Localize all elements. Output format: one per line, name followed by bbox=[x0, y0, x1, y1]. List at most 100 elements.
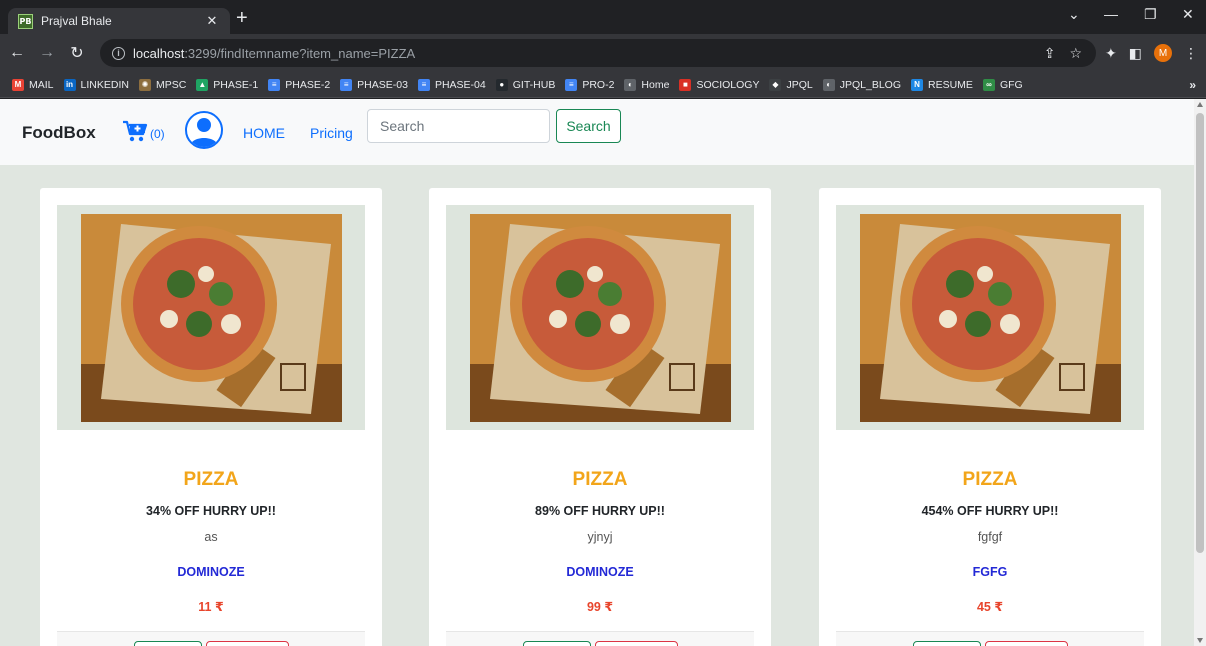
product-image-frame bbox=[836, 205, 1144, 430]
search-button[interactable]: Search bbox=[556, 109, 621, 143]
tab-favicon-icon: PB bbox=[18, 13, 33, 29]
bookmark-gfg[interactable]: ∞ GFG bbox=[982, 78, 1023, 91]
product-card: PIZZA 89% OFF HURRY UP!! yjnyj DOMINOZE … bbox=[429, 188, 771, 646]
bookmark-phase-1[interactable]: ▲ PHASE-1 bbox=[196, 78, 259, 91]
product-description: yjnyj bbox=[587, 530, 613, 544]
product-description: as bbox=[204, 530, 218, 544]
product-price: 11 ₹ bbox=[198, 600, 224, 614]
address-bar[interactable]: i localhost:3299/findItemname?item_name=… bbox=[100, 39, 1096, 67]
bookmark-label: JPQL_BLOG bbox=[839, 78, 901, 91]
scroll-thumb[interactable] bbox=[1196, 113, 1204, 553]
product-title: PIZZA bbox=[183, 469, 239, 490]
product-price: 45 ₹ bbox=[976, 600, 1004, 614]
site-brand[interactable]: FoodBox bbox=[22, 123, 96, 143]
bookmark-phase-03[interactable]: ≡ PHASE-03 bbox=[340, 78, 408, 91]
nav-home-link[interactable]: HOME bbox=[243, 125, 285, 141]
browser-tab[interactable]: PB Prajval Bhale ✕ bbox=[8, 8, 230, 34]
product-price: 99 ₹ bbox=[586, 600, 614, 614]
extensions-icon[interactable]: ✦ bbox=[1105, 45, 1117, 62]
search-input[interactable] bbox=[367, 109, 550, 143]
pizza-image bbox=[81, 214, 342, 422]
bookmark-label: PRO-2 bbox=[582, 78, 615, 91]
bookmark-mpsc[interactable]: ✺ MPSC bbox=[138, 78, 187, 91]
emblem-icon: ✺ bbox=[138, 78, 151, 91]
tab-strip: PB Prajval Bhale ✕ + ⌄ — ❐ ✕ bbox=[0, 0, 1206, 34]
docs-icon: ≡ bbox=[268, 78, 281, 91]
bookmark-star-icon[interactable]: ☆ bbox=[1069, 45, 1082, 62]
tab-search-icon[interactable]: ⌄ bbox=[1068, 6, 1080, 23]
product-brand: DOMINOZE bbox=[177, 565, 245, 579]
product-brand: FGFG bbox=[972, 565, 1008, 579]
reload-icon[interactable]: ↻ bbox=[64, 43, 90, 63]
bookmark-jpql[interactable]: ◆ JPQL bbox=[769, 78, 813, 91]
product-offer: 89% OFF HURRY UP!! bbox=[535, 504, 665, 518]
side-panel-icon[interactable]: ◧ bbox=[1129, 45, 1142, 62]
bookmark-jpql-blog[interactable]: ◐ JPQL_BLOG bbox=[822, 78, 901, 91]
bookmark-pro-2[interactable]: ≡ PRO-2 bbox=[565, 78, 615, 91]
bookmark-git-hub[interactable]: ● GIT-HUB bbox=[495, 78, 556, 91]
pizza-image bbox=[470, 214, 731, 422]
bookmark-label: PHASE-03 bbox=[357, 78, 408, 91]
card-action-button-primary[interactable] bbox=[523, 641, 591, 646]
window-close-icon[interactable]: ✕ bbox=[1182, 6, 1194, 23]
nav-pricing-link[interactable]: Pricing bbox=[310, 125, 353, 141]
bookmark-sociology[interactable]: ■ SOCIOLOGY bbox=[679, 78, 760, 91]
scroll-down-arrow-icon[interactable] bbox=[1197, 638, 1203, 643]
card-footer bbox=[57, 631, 365, 646]
minimize-icon[interactable]: — bbox=[1104, 6, 1118, 22]
resume-icon: N bbox=[911, 78, 923, 91]
docs-icon: ≡ bbox=[417, 78, 430, 91]
new-tab-icon[interactable]: + bbox=[236, 8, 248, 28]
bookmark-linkedin[interactable]: in LINKEDIN bbox=[63, 78, 129, 91]
product-description: fgfgf bbox=[977, 530, 1003, 544]
bookmarks-overflow-icon[interactable]: » bbox=[1189, 78, 1196, 92]
back-icon[interactable]: ← bbox=[4, 44, 30, 62]
bookmark-label: PHASE-04 bbox=[434, 78, 486, 91]
github-icon: ● bbox=[495, 78, 508, 91]
user-avatar-icon[interactable] bbox=[185, 111, 223, 149]
bookmark-label: SOCIOLOGY bbox=[696, 78, 760, 91]
profile-avatar[interactable]: M bbox=[1154, 44, 1172, 62]
share-icon[interactable]: ⇪ bbox=[1044, 45, 1056, 62]
bookmark-label: LINKEDIN bbox=[80, 78, 129, 91]
sociology-icon: ■ bbox=[679, 78, 692, 91]
url-host: localhost bbox=[133, 45, 185, 61]
bookmark-label: PHASE-1 bbox=[213, 78, 259, 91]
forward-icon[interactable]: → bbox=[34, 44, 60, 62]
bookmark-mail[interactable]: M MAIL bbox=[12, 78, 54, 91]
tab-title: Prajval Bhale bbox=[41, 14, 112, 28]
globe-icon: ◐ bbox=[624, 78, 637, 91]
url-path: :3299/findItemname?item_name=PIZZA bbox=[184, 45, 416, 61]
jpql-icon: ◆ bbox=[769, 78, 782, 91]
card-action-button-primary[interactable] bbox=[913, 641, 981, 646]
bookmark-label: MAIL bbox=[29, 78, 54, 91]
drive-icon: ▲ bbox=[196, 78, 209, 91]
card-footer bbox=[836, 631, 1144, 646]
card-action-button-primary[interactable] bbox=[134, 641, 202, 646]
docs-icon: ≡ bbox=[340, 78, 353, 91]
menu-kebab-icon[interactable]: ⋮ bbox=[1184, 45, 1198, 62]
bookmark-phase-2[interactable]: ≡ PHASE-2 bbox=[268, 78, 331, 91]
card-action-button-secondary[interactable] bbox=[985, 641, 1068, 646]
bookmark-resume[interactable]: N RESUME bbox=[911, 78, 973, 91]
restore-icon[interactable]: ❐ bbox=[1144, 6, 1157, 23]
scroll-up-arrow-icon[interactable] bbox=[1197, 102, 1203, 107]
product-offer: 454% OFF HURRY UP!! bbox=[921, 504, 1059, 518]
gfg-icon: ∞ bbox=[982, 78, 995, 91]
bookmark-home[interactable]: ◐ Home bbox=[624, 78, 669, 91]
cart-icon bbox=[123, 120, 148, 142]
bookmark-phase-04[interactable]: ≡ PHASE-04 bbox=[417, 78, 486, 91]
card-action-button-secondary[interactable] bbox=[595, 641, 678, 646]
site-info-icon[interactable]: i bbox=[112, 46, 125, 60]
bookmark-label: GIT-HUB bbox=[512, 78, 556, 91]
page-scrollbar[interactable] bbox=[1194, 99, 1206, 646]
bookmark-label: MPSC bbox=[155, 78, 187, 91]
tab-close-icon[interactable]: ✕ bbox=[204, 13, 220, 29]
product-title: PIZZA bbox=[962, 469, 1018, 490]
gmail-icon: M bbox=[12, 78, 24, 91]
cart-link[interactable]: (0) bbox=[122, 119, 165, 143]
card-action-button-secondary[interactable] bbox=[206, 641, 289, 646]
product-brand: DOMINOZE bbox=[566, 565, 634, 579]
card-footer bbox=[446, 631, 754, 646]
bookmark-label: PHASE-2 bbox=[285, 78, 331, 91]
